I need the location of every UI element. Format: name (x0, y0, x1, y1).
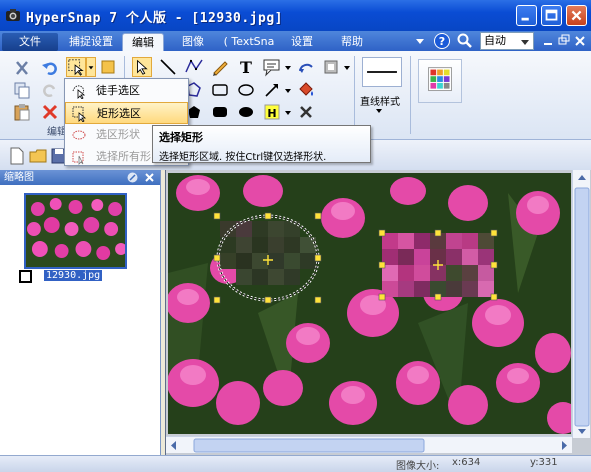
ribbon-close-icon[interactable] (573, 32, 587, 50)
arrow-dropdown-arrow[interactable] (283, 80, 293, 100)
rect-select-icon (72, 106, 88, 123)
dropdown-item-label: 选择所有形 (96, 150, 151, 163)
thumbnail-pane-title: 缩略图 (4, 172, 34, 183)
svg-text:?: ? (439, 35, 445, 48)
select-tool-dropdown-arrow[interactable] (86, 57, 96, 77)
ellipse-tool-icon[interactable] (236, 80, 256, 100)
pin-icon[interactable] (126, 171, 139, 184)
thumbnail-pane: 缩略图 12930.jpg (0, 170, 161, 455)
thumbnail-filename[interactable]: 12930.jpg (44, 270, 103, 281)
status-x-coordinate: x:634 (452, 457, 481, 468)
close-pane-icon[interactable] (143, 171, 156, 184)
tab-capture-settings[interactable]: 捕捉设置 (60, 33, 122, 51)
ribbon-minimize-icon[interactable] (541, 32, 555, 50)
dropdown-item-freehand-select[interactable]: 徒手选区 (65, 80, 188, 102)
delete-shape-icon[interactable] (296, 102, 316, 122)
rectangle-tool-icon[interactable] (210, 80, 230, 100)
thumbnail-pane-header: 缩略图 (0, 170, 160, 185)
minimize-button[interactable] (516, 5, 537, 26)
tooltip-body: 选择矩形区域. 按住Ctrl键仅选择形状. (159, 152, 327, 163)
delete-icon[interactable] (40, 102, 60, 122)
filled-ellipse-icon[interactable] (236, 102, 256, 122)
tooltip-rect-select: 选择矩形 选择矩形区域. 按住Ctrl键仅选择形状. (152, 125, 371, 163)
maximize-button[interactable] (541, 5, 562, 26)
undo-icon[interactable] (40, 58, 60, 78)
tab-scroll-arrow-icon[interactable] (413, 32, 427, 50)
select-shape-icon (71, 127, 87, 143)
window-title: HyperSnap 7 个人版 - [12930.jpg] (26, 11, 283, 26)
tab-textsnap[interactable]: ( TextSna (220, 33, 278, 51)
ribbon-tab-bar: 文件 捕捉设置 编辑 图像 ( TextSna 设置 帮助 ? 自动 (0, 31, 591, 51)
line-tool-icon[interactable] (158, 57, 178, 77)
vertical-scrollbar[interactable] (572, 170, 590, 438)
search-icon[interactable] (456, 32, 474, 50)
paste-icon[interactable] (12, 102, 32, 122)
select-tool-button[interactable] (66, 57, 86, 77)
close-button[interactable] (566, 5, 587, 26)
dropdown-item-label: 选区形状 (96, 128, 140, 141)
fill-bucket-icon[interactable] (296, 80, 316, 100)
tab-help[interactable]: 帮助 (332, 33, 372, 51)
photo-peonies[interactable] (168, 173, 571, 434)
title-bar: HyperSnap 7 个人版 - [12930.jpg] (0, 0, 591, 31)
stamp-tool-icon[interactable] (322, 57, 342, 77)
redo-icon[interactable] (40, 80, 60, 100)
text-tool-icon[interactable]: T (236, 57, 256, 77)
thumbnail-image[interactable] (24, 193, 127, 269)
hypersnap-app-icon[interactable] (5, 7, 21, 23)
callout-tool-icon[interactable] (262, 57, 282, 77)
callout-dropdown-arrow[interactable] (283, 57, 293, 77)
status-bar: 图像大小: x:634 y:331 (0, 455, 591, 472)
chevron-down-icon[interactable] (374, 106, 384, 116)
polyline-tool-icon[interactable] (184, 57, 204, 77)
chevron-down-icon (521, 40, 529, 45)
line-style-button[interactable] (362, 57, 402, 87)
tab-edit[interactable]: 编辑 (122, 33, 164, 51)
arrow-tool-icon[interactable] (262, 80, 282, 100)
dropdown-item-label: 矩形选区 (97, 107, 141, 120)
tab-image[interactable]: 图像 (172, 33, 214, 51)
select-all-shapes-icon (71, 149, 87, 165)
pencil-tool-icon[interactable] (210, 57, 230, 77)
ribbon-restore-icon[interactable] (557, 32, 571, 50)
tab-settings[interactable]: 设置 (282, 33, 322, 51)
curve-arrow-tool-icon[interactable] (296, 57, 316, 77)
tooltip-title: 选择矩形 (159, 131, 203, 144)
stamp-dropdown-arrow[interactable] (342, 57, 352, 77)
color-palette-button[interactable] (418, 59, 462, 103)
svg-text:H: H (267, 107, 276, 120)
crop-tool-icon[interactable] (98, 57, 118, 77)
cut-icon[interactable] (12, 58, 32, 78)
dropdown-item-label: 徒手选区 (96, 84, 140, 97)
dropdown-item-rect-select[interactable]: 矩形选区 (65, 102, 188, 124)
highlight-tool-icon[interactable]: H (262, 102, 282, 122)
new-file-icon[interactable] (7, 146, 27, 166)
open-folder-icon[interactable] (28, 146, 48, 166)
ribbon-separator (354, 56, 355, 134)
horizontal-scrollbar[interactable] (166, 436, 572, 453)
freehand-select-icon (71, 83, 87, 100)
pointer-tool-icon[interactable] (132, 57, 152, 77)
copy-icon[interactable] (12, 80, 32, 100)
image-canvas[interactable] (165, 170, 591, 455)
tab-file[interactable]: 文件 (2, 33, 58, 51)
highlight-dropdown-arrow[interactable] (283, 102, 293, 122)
thumbnail-checkbox[interactable] (19, 270, 32, 283)
ribbon-separator (410, 56, 411, 134)
status-image-size-label: 图像大小: (396, 461, 440, 472)
filled-rectangle-icon[interactable] (210, 102, 230, 122)
help-icon[interactable]: ? (433, 32, 451, 50)
zoom-select[interactable]: 自动 (480, 32, 534, 50)
zoom-value: 自动 (484, 34, 506, 47)
svg-text:T: T (240, 58, 252, 77)
status-y-coordinate: y:331 (530, 457, 558, 468)
